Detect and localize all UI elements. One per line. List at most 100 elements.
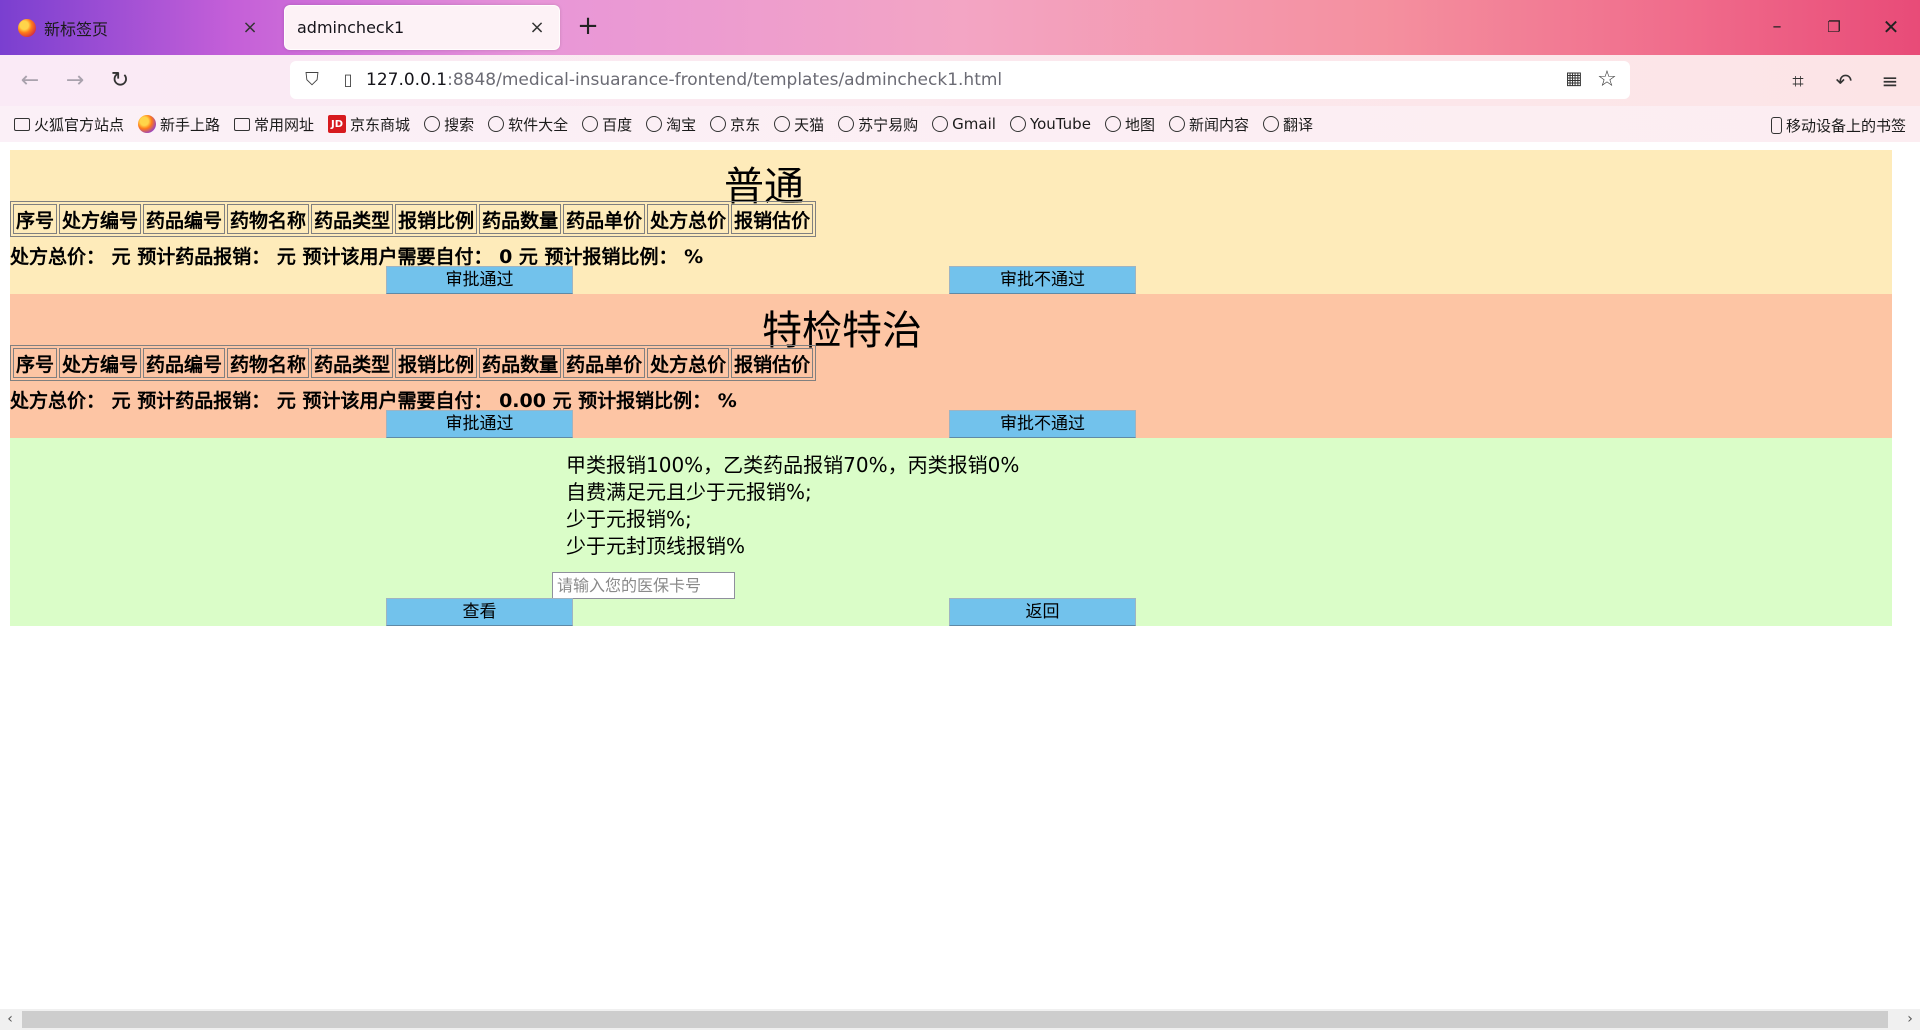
bookmark-item[interactable]: 火狐官方站点 bbox=[14, 114, 124, 135]
scroll-left-arrow-icon[interactable]: ‹ bbox=[0, 1009, 20, 1030]
bookmark-label: 常用网址 bbox=[254, 115, 315, 134]
undo-icon[interactable]: ↶ bbox=[1828, 65, 1860, 97]
horizontal-scrollbar[interactable]: ‹ › bbox=[0, 1009, 1920, 1030]
shield-icon[interactable]: ⛉ bbox=[300, 68, 324, 92]
bookmark-item[interactable]: 新闻内容 bbox=[1168, 114, 1249, 135]
bookmark-item[interactable]: 淘宝 bbox=[646, 114, 696, 135]
mobile-device-icon bbox=[1770, 117, 1782, 134]
approve-button[interactable]: 审批通过 bbox=[386, 266, 573, 294]
mobile-bookmarks[interactable]: 移动设备上的书签 bbox=[1770, 115, 1906, 136]
page-info-icon[interactable]: ▯ bbox=[336, 68, 360, 92]
bookmark-item[interactable]: YouTube bbox=[1009, 115, 1091, 133]
menu-icon[interactable]: ≡ bbox=[1874, 65, 1906, 97]
rule-line: 甲类报销100%，乙类药品报销70%，丙类报销0% bbox=[566, 453, 1020, 477]
mobile-bookmarks-label: 移动设备上的书签 bbox=[1785, 117, 1906, 135]
table-header: 药品编号 bbox=[143, 204, 226, 234]
bookmark-label: 新闻内容 bbox=[1188, 115, 1249, 134]
bookmark-item[interactable]: 百度 bbox=[582, 114, 632, 135]
reimbursement-rules: 甲类报销100%，乙类药品报销70%，丙类报销0% 自费满足元且少于元报销%; … bbox=[566, 452, 1019, 560]
bookmark-label: YouTube bbox=[1029, 115, 1091, 133]
address-bar[interactable]: ⛉ ▯ 127.0.0.1:8848/medical-insuarance-fr… bbox=[290, 61, 1630, 99]
table-header-row: 序号 处方编号 药品编号 药物名称 药品类型 报销比例 药品数量 药品单价 处方… bbox=[13, 348, 814, 378]
reject-button[interactable]: 审批不通过 bbox=[949, 266, 1136, 294]
table-header: 处方总价 bbox=[647, 204, 730, 234]
bookmark-label: 新手上路 bbox=[160, 115, 221, 134]
folder-icon bbox=[234, 117, 251, 131]
navigation-toolbar: ← → ↻ ⛉ ▯ 127.0.0.1:8848/medical-insuara… bbox=[0, 55, 1920, 106]
rules-section: 甲类报销100%，乙类药品报销70%，丙类报销0% 自费满足元且少于元报销%; … bbox=[10, 438, 1892, 626]
table-header: 处方编号 bbox=[59, 348, 142, 378]
bookmark-item[interactable]: 翻译 bbox=[1262, 114, 1313, 135]
globe-icon bbox=[932, 116, 949, 132]
url-text[interactable]: 127.0.0.1:8848/medical-insuarance-fronte… bbox=[366, 70, 1002, 90]
page-content: 普通 序号 处方编号 药品编号 药物名称 药品类型 报销比例 药品数量 药品单价… bbox=[0, 142, 1920, 1009]
bookmarks-bar: 火狐官方站点 新手上路 常用网址 JD 京东商城 搜索 软件大全 百度 淘宝 京东… bbox=[0, 106, 1920, 142]
view-button[interactable]: 查看 bbox=[386, 598, 573, 626]
restore-icon[interactable]: ❐ bbox=[1811, 10, 1857, 44]
table-header: 序号 bbox=[13, 348, 58, 378]
insurance-card-input[interactable] bbox=[552, 572, 735, 599]
special-prescription-table: 序号 处方编号 药品编号 药物名称 药品类型 报销比例 药品数量 药品单价 处方… bbox=[10, 345, 817, 381]
scroll-right-arrow-icon[interactable]: › bbox=[1900, 1009, 1920, 1030]
bookmark-item[interactable]: 天猫 bbox=[774, 114, 824, 135]
qr-code-icon[interactable]: ▦ bbox=[1562, 68, 1586, 92]
bookmark-label: 百度 bbox=[602, 115, 633, 134]
bookmark-item[interactable]: 京东 bbox=[710, 114, 760, 135]
back-button[interactable]: 返回 bbox=[949, 598, 1136, 626]
table-header: 处方编号 bbox=[59, 204, 142, 234]
table-header: 药品类型 bbox=[311, 348, 394, 378]
special-section: 特检特治 序号 处方编号 药品编号 药物名称 药品类型 报销比例 药品数量 药品… bbox=[10, 294, 1892, 438]
bookmark-item[interactable]: 新手上路 bbox=[138, 114, 220, 135]
forward-arrow-icon[interactable]: → bbox=[59, 65, 91, 97]
reject-button[interactable]: 审批不通过 bbox=[949, 410, 1136, 438]
globe-icon bbox=[774, 116, 791, 132]
normal-prescription-table: 序号 处方编号 药品编号 药物名称 药品类型 报销比例 药品数量 药品单价 处方… bbox=[10, 201, 817, 237]
bookmark-item[interactable]: 软件大全 bbox=[488, 114, 568, 135]
table-header: 报销估价 bbox=[731, 348, 814, 378]
table-header: 报销比例 bbox=[395, 348, 478, 378]
table-header: 报销估价 bbox=[731, 204, 814, 234]
firefox-icon bbox=[18, 18, 36, 37]
tab-admincheck1[interactable]: admincheck1 × bbox=[284, 5, 560, 50]
tab-label: admincheck1 bbox=[297, 18, 405, 37]
tab-new-tab[interactable]: 新标签页 × bbox=[6, 5, 272, 50]
globe-icon bbox=[646, 116, 663, 132]
bookmark-label: 火狐官方站点 bbox=[34, 115, 125, 134]
bookmark-item[interactable]: 苏宁易购 bbox=[838, 114, 918, 135]
close-icon[interactable]: × bbox=[527, 17, 547, 38]
url-path: :8848/medical-insuarance-frontend/templa… bbox=[447, 70, 1003, 90]
table-header: 序号 bbox=[13, 204, 58, 234]
table-header: 药品单价 bbox=[563, 204, 646, 234]
minimize-icon[interactable]: – bbox=[1754, 10, 1800, 44]
browser-titlebar: 新标签页 × admincheck1 × + – ❐ ✕ bbox=[0, 0, 1920, 55]
bookmark-item[interactable]: JD 京东商城 bbox=[328, 114, 410, 135]
reload-icon[interactable]: ↻ bbox=[104, 65, 136, 97]
table-header: 处方总价 bbox=[647, 348, 730, 378]
bookmark-label: 天猫 bbox=[794, 115, 825, 134]
screenshot-crop-icon[interactable]: ⌗ bbox=[1782, 65, 1814, 97]
globe-icon bbox=[838, 116, 855, 132]
table-header: 药物名称 bbox=[227, 348, 310, 378]
bookmark-item[interactable]: 地图 bbox=[1104, 114, 1155, 135]
bookmark-item[interactable]: Gmail bbox=[932, 115, 996, 133]
back-arrow-icon[interactable]: ← bbox=[14, 65, 46, 97]
table-header-row: 序号 处方编号 药品编号 药物名称 药品类型 报销比例 药品数量 药品单价 处方… bbox=[13, 204, 814, 234]
scrollbar-thumb[interactable] bbox=[22, 1011, 1888, 1028]
bookmark-label: Gmail bbox=[952, 115, 996, 133]
rule-line: 少于元报销%; bbox=[566, 507, 692, 531]
bookmark-star-icon[interactable]: ☆ bbox=[1594, 67, 1620, 93]
bookmark-label: 地图 bbox=[1124, 115, 1155, 134]
bookmark-item[interactable]: 常用网址 bbox=[234, 114, 314, 135]
bookmark-label: 翻译 bbox=[1282, 115, 1313, 134]
window-close-icon[interactable]: ✕ bbox=[1868, 10, 1914, 44]
bookmark-label: 京东 bbox=[730, 115, 761, 134]
folder-icon bbox=[14, 117, 30, 131]
table-header: 药物名称 bbox=[227, 204, 310, 234]
url-host: 127.0.0.1 bbox=[366, 70, 448, 90]
globe-icon bbox=[582, 116, 599, 132]
new-tab-plus-icon[interactable]: + bbox=[576, 12, 600, 40]
tab-label: 新标签页 bbox=[44, 19, 109, 39]
approve-button[interactable]: 审批通过 bbox=[386, 410, 573, 438]
bookmark-item[interactable]: 搜索 bbox=[424, 114, 474, 135]
close-icon[interactable]: × bbox=[240, 17, 260, 38]
